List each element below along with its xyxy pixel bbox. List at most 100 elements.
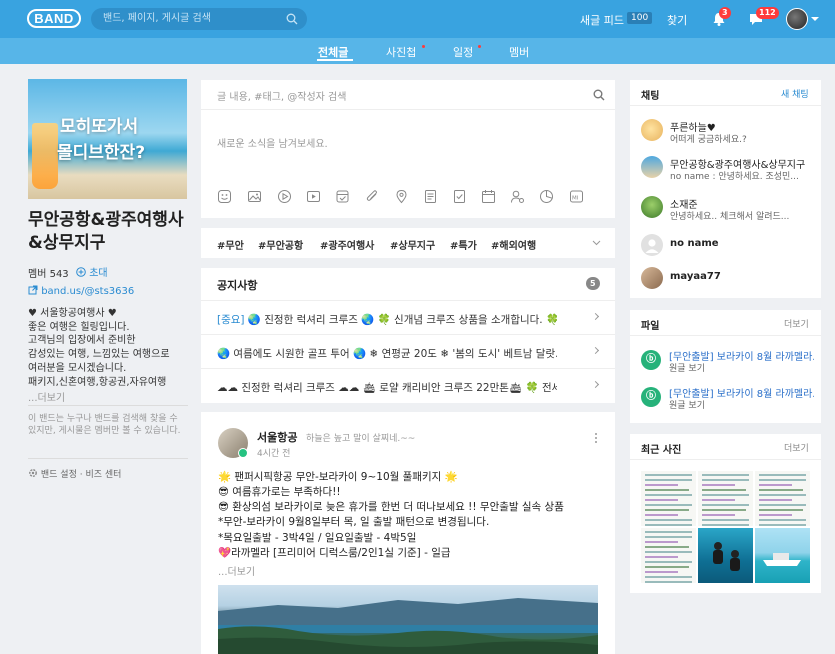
chat-avatar bbox=[641, 119, 663, 141]
tab-schedule[interactable]: 일정 bbox=[453, 44, 473, 60]
tab-members[interactable]: 멤버 bbox=[509, 44, 529, 60]
hashtag-bar: #무안 #무안공항 #광주여행사 #상무지구 #특가 #해외여행 bbox=[201, 228, 615, 258]
hashtag[interactable]: #상무지구 bbox=[390, 237, 435, 252]
divider bbox=[630, 459, 821, 460]
chat-item[interactable]: no name bbox=[641, 232, 816, 262]
recent-photos-title: 최근 사진 bbox=[641, 445, 682, 456]
band-cover-image[interactable]: 모히또가서 몰디브한잔? bbox=[28, 79, 187, 199]
hashtag[interactable]: #무안 bbox=[217, 237, 244, 252]
new-dot-album bbox=[422, 45, 425, 48]
band-link[interactable]: band.us/@sts3636 bbox=[28, 285, 134, 297]
default-avatar-icon bbox=[641, 234, 663, 256]
tab-all-posts[interactable]: 전체글 bbox=[318, 44, 348, 60]
file-item[interactable]: ⓑ [무안출발] 보라카이 8월 라까멜라... 원글 보기 bbox=[641, 347, 816, 375]
notice-item[interactable]: ☁☁ 진정한 럭셔리 크루즈 ☁☁ 🛳 로얄 캐리비안 크루즈 22만톤🛳 🍀 … bbox=[201, 368, 615, 402]
image-icon[interactable] bbox=[247, 189, 262, 204]
hashtag[interactable]: #해외여행 bbox=[491, 237, 536, 252]
chat-item[interactable]: 무안공항&광주여행사&상무지구 no name : 안녕하세요. 조성민... bbox=[641, 154, 816, 184]
active-tab-underline bbox=[317, 59, 353, 61]
post-line: 😎 여름휴가로는 부족하다!! bbox=[218, 486, 341, 498]
people-icon[interactable] bbox=[510, 189, 525, 204]
photos-more-link[interactable]: 더보기 bbox=[784, 441, 809, 454]
chat-avatar bbox=[641, 267, 663, 289]
description-more-link[interactable]: ...더보기 bbox=[28, 389, 65, 404]
attachment-icon[interactable] bbox=[365, 189, 380, 204]
photo-thumbnail[interactable] bbox=[641, 528, 696, 583]
hashtag[interactable]: #특가 bbox=[450, 237, 477, 252]
live-video-icon[interactable] bbox=[306, 189, 321, 204]
notice-item[interactable]: 🌏 여름에도 시원한 골프 투어 🌏 ❄ 연평균 20도 ❄ '봄의 도시' 베… bbox=[201, 334, 615, 368]
description-line: 패키지,신혼여행,항공권,자유여행 bbox=[28, 376, 167, 388]
hashtag[interactable]: #광주여행사 bbox=[320, 237, 374, 252]
top-bar: BAND 밴드, 페이지, 게시글 검색 새글 피드 100 찾기 3 112 bbox=[0, 0, 835, 38]
post-card: 서울항공 하늘은 높고 말이 살찌네.~~ 4시간 전 🌟 팬퍼시픽항공 무안-… bbox=[201, 412, 615, 654]
post-composer[interactable]: 새로운 소식을 남겨보세요. MI bbox=[201, 110, 615, 218]
chat-avatar bbox=[641, 196, 663, 218]
post-search-box[interactable]: 글 내용, #태그, @작성자 검색 bbox=[201, 80, 615, 110]
search-icon[interactable] bbox=[286, 13, 298, 25]
find-link[interactable]: 찾기 bbox=[667, 12, 687, 28]
notice-important-prefix: [중요] bbox=[217, 314, 245, 326]
calendar-icon[interactable] bbox=[481, 189, 496, 204]
band-logo[interactable]: BAND bbox=[27, 9, 81, 28]
global-search-input[interactable]: 밴드, 페이지, 게시글 검색 bbox=[91, 8, 307, 30]
chevron-down-icon[interactable] bbox=[592, 240, 601, 246]
chevron-down-icon[interactable] bbox=[811, 17, 819, 21]
chat-item[interactable]: 푸른하늘♥ 어떠게 궁금하세요.? bbox=[641, 117, 816, 147]
chevron-right-icon bbox=[591, 346, 600, 355]
new-chat-button[interactable]: 새 채팅 bbox=[781, 87, 809, 100]
search-icon[interactable] bbox=[593, 89, 605, 101]
chat-last-message: no name : 안녕하세요. 조성민... bbox=[670, 172, 799, 182]
view-original-link[interactable]: 원글 보기 bbox=[669, 398, 705, 411]
video-icon[interactable] bbox=[277, 189, 292, 204]
photo-thumbnail[interactable] bbox=[755, 471, 810, 526]
invite-button[interactable]: 초대 bbox=[76, 264, 108, 279]
notice-count-badge: 5 bbox=[586, 277, 600, 290]
view-original-link[interactable]: 원글 보기 bbox=[669, 361, 705, 374]
post-photo[interactable] bbox=[218, 585, 598, 654]
divider bbox=[28, 458, 188, 459]
band-settings-link[interactable]: 밴드 설정 bbox=[41, 470, 77, 480]
post-line: 🌟 팬퍼시픽항공 무안-보라카이 9~10월 풀패키지 🌟 bbox=[218, 471, 458, 483]
biz-center-link[interactable]: 비즈 센터 bbox=[85, 470, 121, 480]
chevron-right-icon bbox=[591, 380, 600, 389]
photo-thumbnail[interactable] bbox=[698, 528, 753, 583]
band-description: ♥ 서울항공여행사 ♥ 좋은 여행은 힐링입니다. 고객님의 입장에서 준비한 … bbox=[28, 307, 193, 389]
more-options-icon[interactable] bbox=[595, 433, 598, 445]
user-avatar[interactable] bbox=[786, 8, 808, 30]
file-item[interactable]: ⓑ [무안출발] 보라카이 8월 라까멜라... 원글 보기 bbox=[641, 384, 816, 412]
mini-app-icon[interactable]: MI bbox=[569, 189, 584, 204]
message-badge: 112 bbox=[756, 7, 779, 19]
divider bbox=[630, 335, 821, 336]
post-time: 4시간 전 bbox=[257, 449, 291, 459]
post-more-link[interactable]: ...더보기 bbox=[218, 563, 255, 578]
chat-item[interactable]: 소재준 안녕하세요.. 체크해서 알려드... bbox=[641, 194, 816, 224]
chat-item[interactable]: mayaa77 bbox=[641, 265, 816, 295]
file-icon: ⓑ bbox=[641, 387, 661, 407]
emoji-icon[interactable] bbox=[217, 189, 232, 204]
tab-album[interactable]: 사진첩 bbox=[386, 44, 416, 60]
files-more-link[interactable]: 더보기 bbox=[784, 317, 809, 330]
sticker-icon[interactable] bbox=[335, 189, 350, 204]
hashtag[interactable]: #무안공항 bbox=[258, 237, 303, 252]
cocktail-glass-illustration bbox=[32, 123, 58, 189]
band-settings-row: 밴드 설정 · 비즈 센터 bbox=[28, 467, 121, 480]
location-pin-icon[interactable] bbox=[394, 189, 409, 204]
document-icon[interactable] bbox=[423, 189, 438, 204]
invite-label: 초대 bbox=[89, 268, 108, 279]
checklist-icon[interactable] bbox=[452, 189, 467, 204]
new-feed-link[interactable]: 새글 피드 bbox=[580, 12, 624, 28]
cover-text-line-2: 몰디브한잔? bbox=[57, 143, 146, 163]
photo-thumbnail[interactable] bbox=[641, 471, 696, 526]
new-feed-count: 100 bbox=[627, 12, 653, 24]
chat-title: 채팅 bbox=[641, 91, 660, 102]
chat-avatar bbox=[641, 156, 663, 178]
photo-thumbnail[interactable] bbox=[755, 528, 810, 583]
post-author[interactable]: 서울항공 bbox=[257, 429, 297, 445]
notice-item[interactable]: [중요] 🌏 진정한 럭셔리 크루즈 🌏 🍀 신개념 크루즈 상품을 소개합니다… bbox=[201, 300, 615, 334]
recent-photos-panel: 최근 사진 더보기 bbox=[630, 434, 821, 593]
member-count[interactable]: 멤버 543 bbox=[28, 265, 69, 280]
plus-circle-icon bbox=[76, 267, 86, 277]
pie-chart-icon[interactable] bbox=[539, 189, 554, 204]
photo-thumbnail[interactable] bbox=[698, 471, 753, 526]
